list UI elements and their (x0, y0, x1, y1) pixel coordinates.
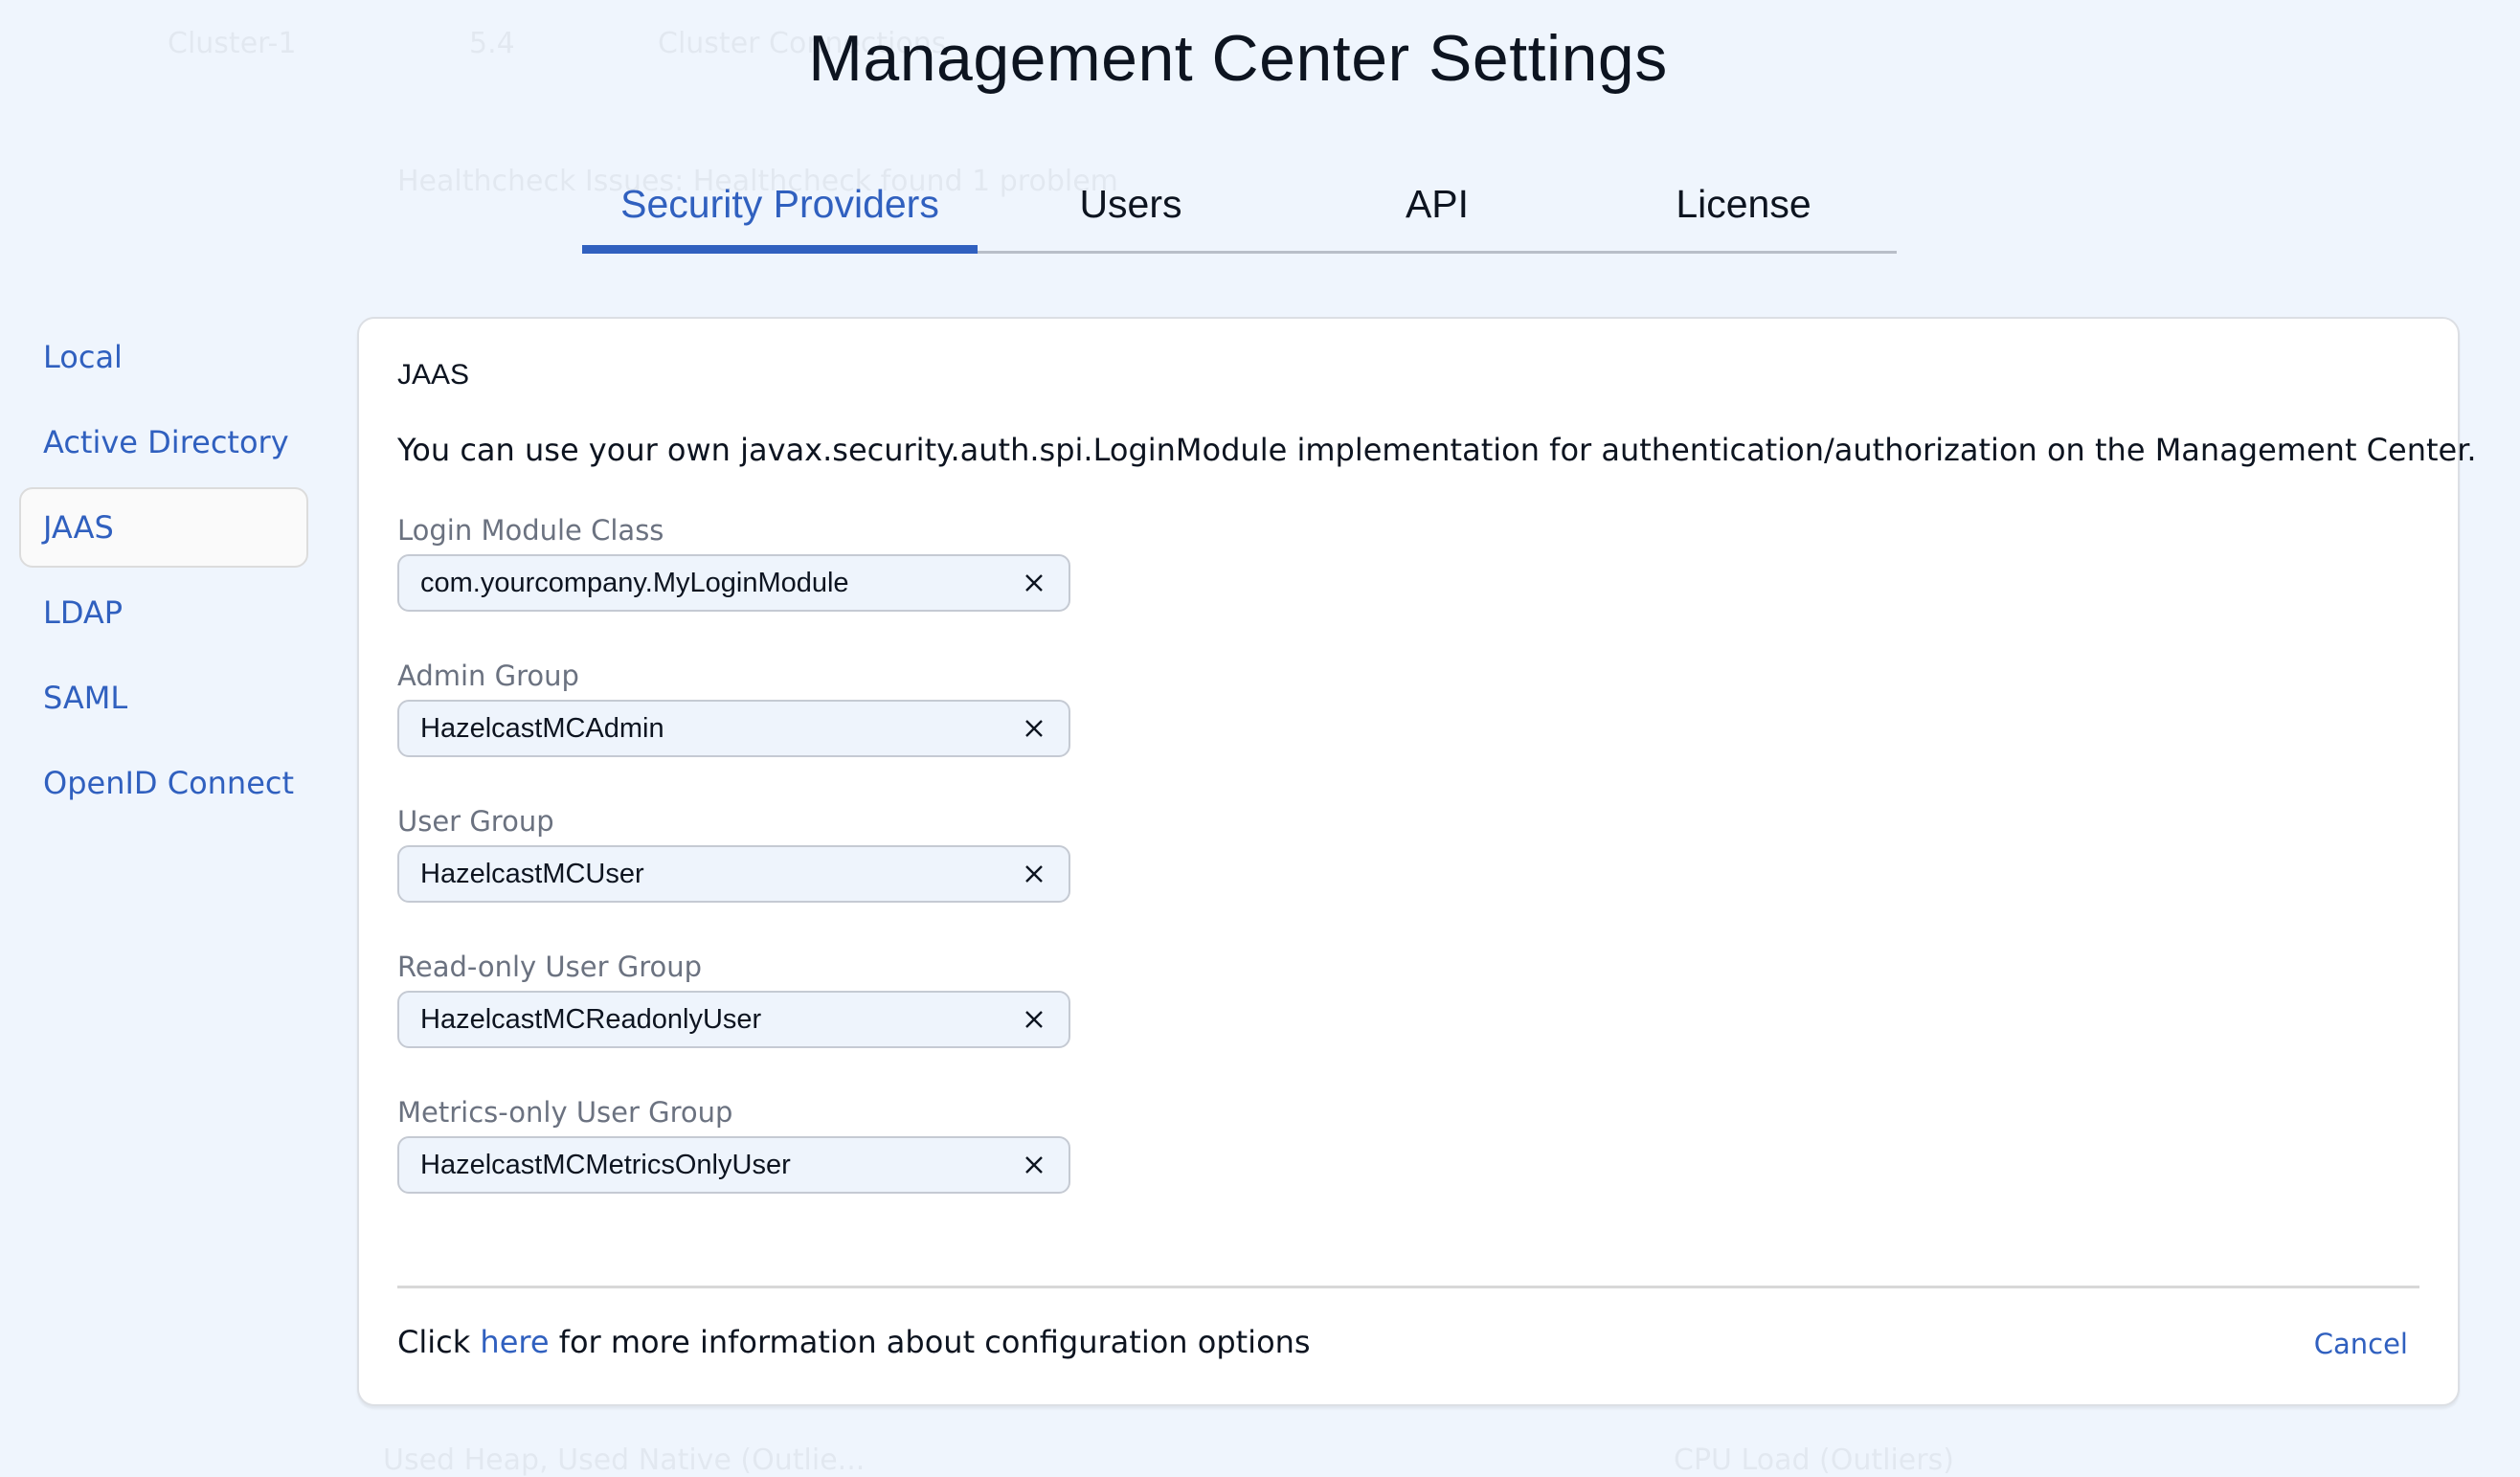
metrics-only-user-group-input[interactable]: HazelcastMCMetricsOnlyUser (397, 1136, 1070, 1194)
cancel-button[interactable]: Cancel (2314, 1328, 2408, 1360)
clear-icon[interactable] (1015, 1146, 1053, 1184)
bg-chart-right-title: CPU Load (Outliers) (1674, 1443, 1954, 1477)
login-module-class-label: Login Module Class (397, 514, 664, 547)
settings-tabs: Security Providers Users API License (582, 182, 1897, 254)
sidebar-item-saml[interactable]: SAML (19, 658, 308, 738)
user-group-label: User Group (397, 805, 554, 838)
tab-users[interactable]: Users (978, 182, 1284, 251)
admin-group-input[interactable]: HazelcastMCAdmin (397, 700, 1070, 757)
readonly-user-group-input[interactable]: HazelcastMCReadonlyUser (397, 991, 1070, 1048)
dialog-title: Management Center Settings (808, 22, 1668, 95)
clear-icon[interactable] (1015, 709, 1053, 748)
login-module-class-input[interactable]: com.yourcompany.MyLoginModule (397, 554, 1070, 612)
clear-icon[interactable] (1015, 564, 1053, 602)
sidebar-item-openid-connect[interactable]: OpenID Connect (19, 743, 308, 823)
sidebar-item-ldap[interactable]: LDAP (19, 572, 308, 653)
panel-heading: JAAS (397, 359, 470, 391)
readonly-user-group-value[interactable]: HazelcastMCReadonlyUser (399, 1004, 1015, 1036)
user-group-input[interactable]: HazelcastMCUser (397, 845, 1070, 903)
tab-license[interactable]: License (1590, 182, 1897, 251)
sidebar-item-local[interactable]: Local (19, 317, 308, 397)
metrics-only-user-group-value[interactable]: HazelcastMCMetricsOnlyUser (399, 1150, 1015, 1181)
footer-prefix: Click (397, 1324, 471, 1360)
sidebar-item-jaas[interactable]: JAAS (19, 487, 308, 568)
login-module-class-value[interactable]: com.yourcompany.MyLoginModule (399, 568, 1015, 599)
footer-info: Click here for more information about co… (397, 1324, 1311, 1360)
bg-chart-left-title: Used Heap, Used Native (Outlie... (383, 1443, 866, 1477)
clear-icon[interactable] (1015, 855, 1053, 893)
sidebar-item-active-directory[interactable]: Active Directory (19, 402, 308, 482)
footer-suffix: for more information about configuration… (558, 1324, 1311, 1360)
readonly-user-group-label: Read-only User Group (397, 951, 703, 983)
tab-security-providers[interactable]: Security Providers (582, 182, 978, 254)
tab-api[interactable]: API (1284, 182, 1590, 251)
admin-group-label: Admin Group (397, 660, 579, 692)
footer-divider (397, 1286, 2419, 1288)
panel-description: You can use your own javax.security.auth… (397, 432, 2477, 468)
clear-icon[interactable] (1015, 1000, 1053, 1039)
user-group-value[interactable]: HazelcastMCUser (399, 859, 1015, 890)
jaas-settings-panel: JAAS You can use your own javax.security… (357, 317, 2477, 1406)
metrics-only-user-group-label: Metrics-only User Group (397, 1096, 733, 1129)
admin-group-value[interactable]: HazelcastMCAdmin (399, 713, 1015, 745)
config-docs-link[interactable]: here (480, 1324, 549, 1360)
